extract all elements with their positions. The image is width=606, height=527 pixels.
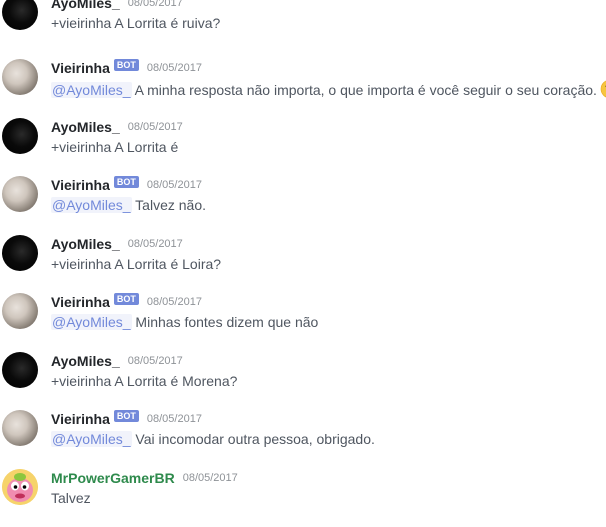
message-header: AyoMiles_ 08/05/2017: [51, 0, 183, 13]
username[interactable]: Vieirinha: [51, 177, 110, 193]
timestamp: 08/05/2017: [127, 121, 183, 133]
message-content: Minhas fontes dizem que não: [131, 314, 319, 330]
bot-tag: BOT: [113, 293, 139, 305]
user-mention[interactable]: @AyoMiles_: [51, 314, 132, 330]
chat-message: AyoMiles_ 08/05/2017 +vieirinha A Lorrit…: [0, 0, 606, 52]
message-content: +vieirinha A Lorrita é: [51, 139, 179, 155]
message-header: Vieirinha BOT 08/05/2017: [51, 59, 202, 78]
bot-tag: BOT: [113, 59, 139, 71]
bot-tag: BOT: [113, 410, 139, 422]
chat-message: AyoMiles_ 08/05/2017 +vieirinha A Lorrit…: [0, 118, 606, 176]
avatar[interactable]: [2, 118, 38, 154]
message-header: AyoMiles_ 08/05/2017: [51, 119, 183, 137]
username[interactable]: AyoMiles_: [51, 353, 120, 369]
message-content: +vieirinha A Lorrita é Morena?: [51, 373, 238, 389]
timestamp: 08/05/2017: [127, 0, 183, 9]
message-text: @AyoMiles_ Talvez não.: [51, 196, 206, 214]
message-header: AyoMiles_ 08/05/2017: [51, 353, 183, 371]
user-mention[interactable]: @AyoMiles_: [51, 431, 132, 447]
pink-character-avatar-icon: [2, 469, 38, 505]
avatar[interactable]: [2, 59, 38, 95]
avatar[interactable]: [2, 0, 38, 30]
chat-message: Vieirinha BOT 08/05/2017 @AyoMiles_ Talv…: [0, 176, 606, 234]
message-content: +vieirinha A Lorrita é Loira?: [51, 256, 222, 272]
timestamp: 08/05/2017: [182, 472, 238, 484]
user-mention[interactable]: @AyoMiles_: [51, 82, 132, 98]
timestamp: 08/05/2017: [127, 238, 183, 250]
username[interactable]: Vieirinha: [51, 294, 110, 310]
chat-message: Vieirinha BOT 08/05/2017 @AyoMiles_ A mi…: [0, 59, 606, 117]
message-header: Vieirinha BOT 08/05/2017: [51, 410, 202, 429]
chat-message: AyoMiles_ 08/05/2017 +vieirinha A Lorrit…: [0, 235, 606, 293]
message-header: AyoMiles_ 08/05/2017: [51, 236, 183, 254]
username[interactable]: AyoMiles_: [51, 236, 120, 252]
message-content: Vai incomodar outra pessoa, obrigado.: [131, 431, 375, 447]
avatar[interactable]: [2, 235, 38, 271]
message-text: @AyoMiles_ A minha resposta não importa,…: [51, 79, 606, 99]
chat-message: Vieirinha BOT 08/05/2017 @AyoMiles_ Vai …: [0, 410, 606, 468]
message-content: Talvez não.: [131, 197, 207, 213]
message-header: Vieirinha BOT 08/05/2017: [51, 176, 202, 195]
timestamp: 08/05/2017: [146, 62, 202, 74]
username[interactable]: MrPowerGamerBR: [51, 470, 175, 486]
chat-message: AyoMiles_ 08/05/2017 +vieirinha A Lorrit…: [0, 352, 606, 410]
username[interactable]: AyoMiles_: [51, 0, 120, 11]
chat-messages: AyoMiles_ 08/05/2017 +vieirinha A Lorrit…: [0, 0, 606, 507]
message-content: A minha resposta não importa, o que impo…: [131, 82, 597, 98]
message-text: @AyoMiles_ Vai incomodar outra pessoa, o…: [51, 430, 375, 448]
chat-message: MrPowerGamerBR 08/05/2017 Talvez: [0, 469, 606, 527]
message-header: MrPowerGamerBR 08/05/2017: [51, 470, 238, 488]
message-text: Talvez: [51, 489, 91, 507]
message-text: +vieirinha A Lorrita é: [51, 138, 178, 156]
avatar[interactable]: [2, 293, 38, 329]
user-mention[interactable]: @AyoMiles_: [51, 197, 132, 213]
bot-tag: BOT: [113, 176, 139, 188]
username[interactable]: Vieirinha: [51, 60, 110, 76]
message-content: +vieirinha A Lorrita é ruiva?: [51, 15, 221, 31]
message-content: Talvez: [51, 490, 91, 506]
message-text: @AyoMiles_ Minhas fontes dizem que não: [51, 313, 318, 331]
message-header: Vieirinha BOT 08/05/2017: [51, 293, 202, 312]
avatar[interactable]: [2, 352, 38, 388]
message-text: +vieirinha A Lorrita é ruiva?: [51, 14, 220, 32]
chat-message: Vieirinha BOT 08/05/2017 @AyoMiles_ Minh…: [0, 293, 606, 351]
message-text: +vieirinha A Lorrita é Morena?: [51, 372, 237, 390]
avatar[interactable]: [2, 469, 38, 505]
avatar[interactable]: [2, 410, 38, 446]
timestamp: 08/05/2017: [146, 296, 202, 308]
timestamp: 08/05/2017: [127, 355, 183, 367]
username[interactable]: Vieirinha: [51, 411, 110, 427]
timestamp: 08/05/2017: [146, 179, 202, 191]
timestamp: 08/05/2017: [146, 413, 202, 425]
message-text: +vieirinha A Lorrita é Loira?: [51, 255, 221, 273]
username[interactable]: AyoMiles_: [51, 119, 120, 135]
kissing-heart-emoji-icon: [600, 80, 606, 98]
avatar[interactable]: [2, 176, 38, 212]
